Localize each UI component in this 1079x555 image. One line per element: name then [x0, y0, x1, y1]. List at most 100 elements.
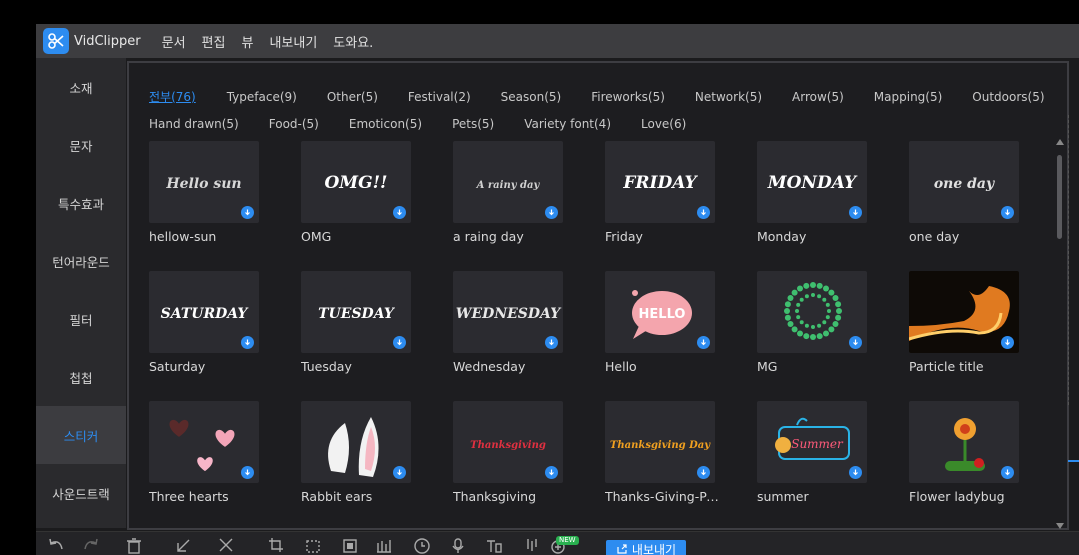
- sticker-card[interactable]: Rabbit ears: [301, 401, 421, 504]
- download-icon[interactable]: [241, 466, 254, 479]
- download-icon[interactable]: [241, 206, 254, 219]
- sticker-card[interactable]: WEDNESDAY Wednesday: [453, 271, 573, 374]
- download-icon[interactable]: [545, 206, 558, 219]
- sidebar-item-filters[interactable]: 필터: [36, 290, 126, 348]
- sidebar-item-transitions[interactable]: 턴어라운드: [36, 232, 126, 290]
- undo-icon[interactable]: [46, 535, 66, 555]
- text-to-speech-icon[interactable]: [484, 535, 504, 555]
- tab-typeface[interactable]: Typeface(9): [227, 90, 297, 104]
- download-icon[interactable]: [545, 336, 558, 349]
- tab-other[interactable]: Other(5): [327, 90, 378, 104]
- sticker-card[interactable]: Flower ladybug: [909, 401, 1029, 504]
- tab-hand-drawn[interactable]: Hand drawn(5): [149, 117, 239, 131]
- mosaic-icon[interactable]: [340, 535, 360, 555]
- download-icon[interactable]: [849, 336, 862, 349]
- sticker-card[interactable]: MONDAY Monday: [757, 141, 877, 244]
- download-icon[interactable]: [849, 466, 862, 479]
- tab-variety-font[interactable]: Variety font(4): [524, 117, 611, 131]
- cut-icon[interactable]: [216, 535, 236, 555]
- audio-wave-icon[interactable]: [374, 535, 394, 555]
- sidebar-item-effects[interactable]: 특수효과: [36, 174, 126, 232]
- voice-change-icon[interactable]: [522, 535, 542, 555]
- sticker-thumbnail[interactable]: HELLO: [605, 271, 715, 353]
- tab-love[interactable]: Love(6): [641, 117, 686, 131]
- sticker-thumbnail[interactable]: Thanksgiving: [453, 401, 563, 483]
- sticker-card[interactable]: one day one day: [909, 141, 1029, 244]
- sticker-card[interactable]: OMG!! OMG: [301, 141, 421, 244]
- sticker-card[interactable]: SATURDAY Saturday: [149, 271, 269, 374]
- sticker-thumbnail[interactable]: one day: [909, 141, 1019, 223]
- sticker-card[interactable]: FRIDAY Friday: [605, 141, 725, 244]
- edit-icon[interactable]: [174, 535, 194, 555]
- sidebar-item-material[interactable]: 소재: [36, 58, 126, 116]
- sticker-thumbnail[interactable]: A rainy day: [453, 141, 563, 223]
- sticker-thumbnail[interactable]: Thanksgiving Day: [605, 401, 715, 483]
- sticker-card[interactable]: TUESDAY Tuesday: [301, 271, 421, 374]
- sticker-card[interactable]: A rainy day a raing day: [453, 141, 573, 244]
- tab-fireworks[interactable]: Fireworks(5): [591, 90, 665, 104]
- tab-festival[interactable]: Festival(2): [408, 90, 471, 104]
- sticker-thumbnail[interactable]: SATURDAY: [149, 271, 259, 353]
- download-icon[interactable]: [697, 466, 710, 479]
- sidebar-item-soundtrack[interactable]: 사운드트랙: [36, 464, 126, 522]
- download-icon[interactable]: [393, 206, 406, 219]
- tab-network[interactable]: Network(5): [695, 90, 762, 104]
- sticker-card[interactable]: HELLO Hello: [605, 271, 725, 374]
- download-icon[interactable]: [393, 336, 406, 349]
- sticker-thumbnail[interactable]: Summer: [757, 401, 867, 483]
- menu-export[interactable]: 내보내기: [269, 32, 317, 51]
- sticker-thumbnail[interactable]: WEDNESDAY: [453, 271, 563, 353]
- delete-icon[interactable]: [124, 535, 144, 555]
- tab-mapping[interactable]: Mapping(5): [874, 90, 943, 104]
- tab-all[interactable]: 전부(76): [149, 88, 196, 105]
- scroll-down-arrow-icon[interactable]: [1056, 523, 1064, 529]
- sticker-thumbnail[interactable]: OMG!!: [301, 141, 411, 223]
- menu-document[interactable]: 문서: [162, 32, 186, 51]
- menu-help[interactable]: 도와요.: [333, 32, 373, 51]
- tab-season[interactable]: Season(5): [501, 90, 562, 104]
- tab-outdoors[interactable]: Outdoors(5): [972, 90, 1044, 104]
- sticker-card[interactable]: Thanksgiving Day Thanks-Giving-Pa...: [605, 401, 725, 504]
- redo-icon[interactable]: [81, 535, 101, 555]
- menu-edit[interactable]: 편집: [202, 32, 226, 51]
- crop-icon[interactable]: [266, 535, 286, 555]
- menu-view[interactable]: 뷰: [241, 32, 253, 51]
- microphone-icon[interactable]: [448, 535, 468, 555]
- download-icon[interactable]: [1001, 206, 1014, 219]
- sticker-thumbnail[interactable]: Hello sun: [149, 141, 259, 223]
- sticker-card[interactable]: Three hearts: [149, 401, 269, 504]
- download-icon[interactable]: [1001, 336, 1014, 349]
- download-icon[interactable]: [849, 206, 862, 219]
- sticker-thumbnail[interactable]: FRIDAY: [605, 141, 715, 223]
- sticker-thumbnail[interactable]: [757, 271, 867, 353]
- clock-icon[interactable]: [412, 535, 432, 555]
- sidebar-item-overlay[interactable]: 첩첩: [36, 348, 126, 406]
- sidebar-item-text[interactable]: 문자: [36, 116, 126, 174]
- download-icon[interactable]: [697, 336, 710, 349]
- sticker-card[interactable]: MG: [757, 271, 877, 374]
- frame-icon[interactable]: [303, 535, 323, 555]
- download-icon[interactable]: [241, 336, 254, 349]
- scroll-up-arrow-icon[interactable]: [1056, 139, 1064, 145]
- sticker-thumbnail[interactable]: TUESDAY: [301, 271, 411, 353]
- sticker-card[interactable]: Hello sun hellow-sun: [149, 141, 269, 244]
- sticker-thumbnail[interactable]: [149, 401, 259, 483]
- sticker-card[interactable]: Thanksgiving Thanksgiving: [453, 401, 573, 504]
- sticker-thumbnail[interactable]: [909, 401, 1019, 483]
- sticker-card[interactable]: Summer summer: [757, 401, 877, 504]
- download-icon[interactable]: [545, 466, 558, 479]
- sticker-thumbnail[interactable]: [909, 271, 1019, 353]
- download-icon[interactable]: [393, 466, 406, 479]
- tab-food[interactable]: Food-(5): [269, 117, 319, 131]
- sticker-card[interactable]: Particle title: [909, 271, 1029, 374]
- tab-emoticon[interactable]: Emoticon(5): [349, 117, 422, 131]
- download-icon[interactable]: [1001, 466, 1014, 479]
- export-button[interactable]: 내보내기: [606, 540, 686, 555]
- sticker-thumbnail[interactable]: MONDAY: [757, 141, 867, 223]
- tab-pets[interactable]: Pets(5): [452, 117, 494, 131]
- scroll-thumb[interactable]: [1057, 155, 1062, 239]
- tab-arrow[interactable]: Arrow(5): [792, 90, 844, 104]
- sidebar-item-stickers[interactable]: 스티커: [36, 406, 126, 464]
- scrollbar[interactable]: [1055, 139, 1065, 529]
- download-icon[interactable]: [697, 206, 710, 219]
